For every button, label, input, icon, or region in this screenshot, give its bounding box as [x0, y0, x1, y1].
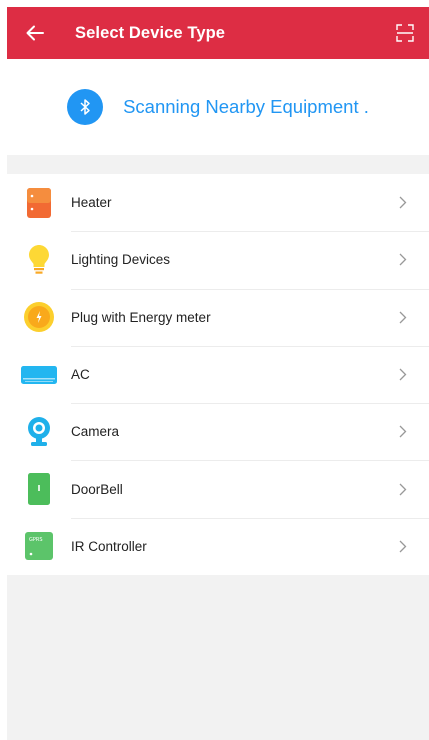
chevron-right-icon [399, 540, 429, 553]
device-item-label: IR Controller [71, 538, 147, 554]
air-conditioner-icon [7, 346, 71, 403]
device-item-label: DoorBell [71, 481, 123, 497]
chevron-right-icon [399, 196, 429, 209]
back-button[interactable] [7, 7, 63, 59]
device-item-label: Heater [71, 195, 112, 211]
doorbell-icon [7, 460, 71, 517]
ir-controller-icon-text: GPRS [29, 537, 43, 543]
device-type-list: Heater Lighting Devices Plug with Energy… [7, 174, 429, 576]
page-title: Select Device Type [75, 23, 226, 42]
device-item-plug[interactable]: Plug with Energy meter [7, 288, 429, 346]
scan-frame-icon [396, 24, 414, 42]
device-item-heater[interactable]: Heater [7, 174, 429, 231]
device-item-ir-controller[interactable]: GPRS IR Controller [7, 517, 429, 575]
device-item-label: Lighting Devices [71, 252, 171, 268]
chevron-right-icon [399, 253, 429, 266]
arrow-left-icon [26, 25, 44, 41]
app-header: Select Device Type [7, 7, 429, 59]
device-item-ac[interactable]: AC [7, 345, 429, 403]
plug-icon [7, 289, 71, 346]
app-screen: Select Device Type Scanning Nearby Equip… [7, 7, 429, 740]
bluetooth-icon [67, 89, 104, 125]
heater-icon [7, 174, 71, 231]
device-item-camera[interactable]: Camera [7, 403, 429, 460]
scan-status-panel: Scanning Nearby Equipment . [7, 59, 429, 155]
device-item-label: Camera [71, 424, 120, 440]
device-item-lighting[interactable]: Lighting Devices [7, 231, 429, 288]
scan-qr-button[interactable] [381, 7, 429, 59]
device-item-doorbell[interactable]: DoorBell [7, 460, 429, 517]
chevron-right-icon [399, 311, 429, 324]
camera-icon [7, 403, 71, 460]
chevron-right-icon [399, 368, 429, 381]
chevron-right-icon [399, 483, 429, 496]
chevron-right-icon [399, 425, 429, 438]
device-item-label: AC [71, 367, 90, 383]
ir-controller-icon: GPRS [7, 518, 71, 575]
light-bulb-icon [7, 231, 71, 288]
device-item-label: Plug with Energy meter [71, 309, 211, 325]
scan-status-text: Scanning Nearby Equipment . [123, 96, 369, 117]
